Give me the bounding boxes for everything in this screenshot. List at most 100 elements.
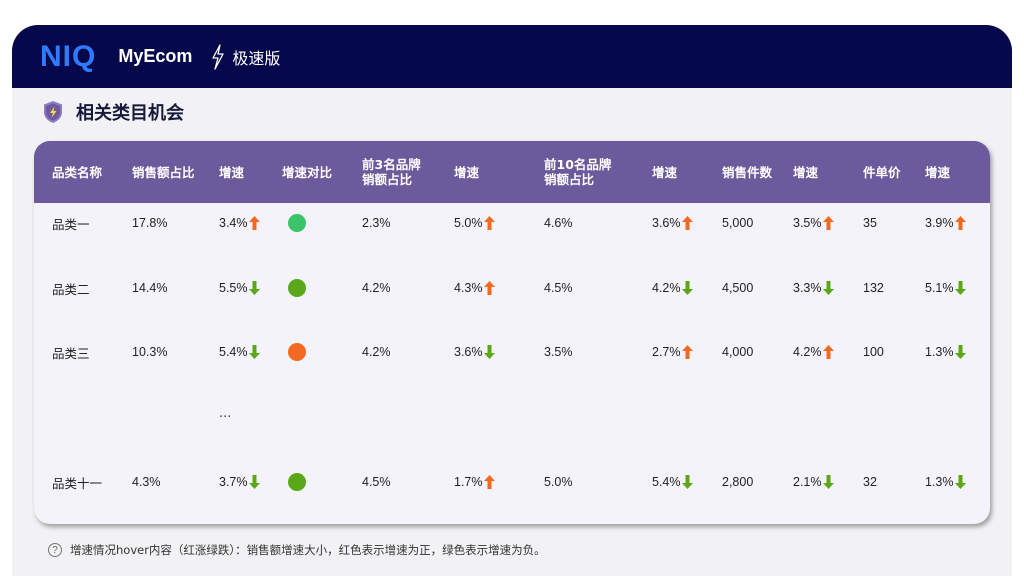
column-header: 增速 xyxy=(793,164,819,180)
cell-value: 1.7% xyxy=(454,475,483,489)
table-cell: 3.5% xyxy=(544,337,573,367)
cell-value: 2.7% xyxy=(652,345,681,359)
growth-compare-cell xyxy=(288,337,306,367)
column-header: 前3名品牌 销额占比 xyxy=(362,157,421,187)
growth-cell[interactable]: 2.7% xyxy=(652,337,693,367)
growth-cell[interactable]: 3.9% xyxy=(925,208,966,238)
cell-value: 4.3% xyxy=(454,281,483,295)
top-bar: NIQ MyEcom 极速版 xyxy=(12,25,1012,88)
cell-value: 品类三 xyxy=(52,345,90,361)
cell-value: 1.3% xyxy=(925,475,954,489)
column-header: 件单价 xyxy=(863,164,901,180)
arrow-up-icon xyxy=(483,216,495,230)
table-cell: 4.2% xyxy=(362,337,391,367)
cell-value: 4.6% xyxy=(544,216,573,230)
growth-cell[interactable]: 5.0% xyxy=(454,208,495,238)
table-cell: 4.2% xyxy=(362,273,391,303)
column-header: 前10名品牌 销额占比 xyxy=(544,157,612,187)
column-header: 品类名称 xyxy=(52,164,103,180)
growth-cell[interactable]: 1.3% xyxy=(925,467,966,497)
arrow-up-icon xyxy=(248,216,260,230)
footer-note-text: 增速情况hover内容（红涨绿跌）：销售额增速大小，红色表示增速为正，绿色表示增… xyxy=(70,543,546,557)
cell-value: 3.6% xyxy=(652,216,681,230)
section-header: 相关类目机会 xyxy=(42,99,184,125)
table-cell: 5.0% xyxy=(544,467,573,497)
arrow-down-icon xyxy=(954,281,966,295)
cell-value: 4.5% xyxy=(544,281,573,295)
cell-value: 4.5% xyxy=(362,475,391,489)
growth-cell[interactable]: 2.1% xyxy=(793,467,834,497)
status-dot xyxy=(288,214,306,232)
table-cell: 4,000 xyxy=(722,337,753,367)
status-dot xyxy=(288,473,306,491)
cell-value: 5.5% xyxy=(219,281,248,295)
growth-cell[interactable]: 3.3% xyxy=(793,273,834,303)
cell-value: 4.3% xyxy=(132,475,161,489)
growth-cell[interactable]: 1.3% xyxy=(925,337,966,367)
cell-value: 品类一 xyxy=(52,216,90,232)
cell-value: 2,800 xyxy=(722,475,754,489)
growth-compare-cell xyxy=(288,208,306,238)
cell-value: 4.2% xyxy=(362,345,391,359)
arrow-down-icon xyxy=(483,345,495,359)
growth-cell[interactable]: 5.4% xyxy=(219,337,260,367)
table-row[interactable]: 品类二 14.4% 5.5% 4.2% 4.3% 4.5% 4.2% 4,500 3.3% 132… xyxy=(34,273,990,303)
growth-cell[interactable]: 5.4% xyxy=(652,467,693,497)
table-cell: 品类一 xyxy=(52,208,90,238)
footer-note: ? 增速情况hover内容（红涨绿跌）：销售额增速大小，红色表示增速为正，绿色表… xyxy=(48,542,546,558)
growth-cell[interactable]: 3.7% xyxy=(219,467,260,497)
table-cell: 2,800 xyxy=(722,467,753,497)
arrow-up-icon xyxy=(681,216,693,230)
arrow-down-icon xyxy=(248,345,260,359)
growth-cell[interactable]: 4.2% xyxy=(793,337,834,367)
cell-value: 35 xyxy=(863,216,877,230)
table-cell: 32 xyxy=(863,467,877,497)
growth-cell[interactable]: 5.1% xyxy=(925,273,966,303)
table-header: 品类名称 销售额占比 增速 增速对比 前3名品牌 销额占比 增速 前10名品牌 销额占比 增速… xyxy=(34,141,990,203)
arrow-down-icon xyxy=(681,475,693,489)
cell-value: 4,500 xyxy=(722,281,754,295)
cell-value: 3.9% xyxy=(925,216,954,230)
growth-cell[interactable]: 5.5% xyxy=(219,273,260,303)
cell-value: 3.5% xyxy=(544,345,573,359)
table-cell: 品类十一 xyxy=(52,467,102,497)
table-cell: 4.6% xyxy=(544,208,573,238)
table-row[interactable]: 品类一 17.8% 3.4% 2.3% 5.0% 4.6% 3.6% 5,000 3.5% 35 3… xyxy=(34,208,990,238)
growth-cell[interactable]: 1.7% xyxy=(454,467,495,497)
cell-value: 3.5% xyxy=(793,216,822,230)
growth-cell[interactable]: 3.6% xyxy=(652,208,693,238)
cell-value: 4,000 xyxy=(722,345,754,359)
table-cell: 5,000 xyxy=(722,208,753,238)
arrow-down-icon xyxy=(822,281,834,295)
cell-value: 2.1% xyxy=(793,475,822,489)
status-dot xyxy=(288,279,306,297)
column-header: 增速对比 xyxy=(282,164,333,180)
table-cell: 4.3% xyxy=(132,467,161,497)
arrow-down-icon xyxy=(954,475,966,489)
growth-cell[interactable]: 3.5% xyxy=(793,208,834,238)
growth-cell[interactable]: 3.6% xyxy=(454,337,495,367)
arrow-up-icon xyxy=(822,345,834,359)
status-dot xyxy=(288,343,306,361)
app-name: MyEcom xyxy=(118,46,193,66)
column-header: 增速 xyxy=(454,164,480,180)
growth-compare-cell xyxy=(288,273,306,303)
arrow-up-icon xyxy=(483,475,495,489)
growth-cell[interactable]: 4.3% xyxy=(454,273,495,303)
cell-value: 3.3% xyxy=(793,281,822,295)
question-icon[interactable]: ? xyxy=(48,543,62,557)
table-cell: 4,500 xyxy=(722,273,753,303)
table-row[interactable]: 品类十一 4.3% 3.7% 4.5% 1.7% 5.0% 5.4% 2,800 2.1% 32 1… xyxy=(34,467,990,497)
arrow-down-icon xyxy=(681,281,693,295)
growth-compare-cell xyxy=(288,467,306,497)
table-cell: 4.5% xyxy=(544,273,573,303)
arrow-up-icon xyxy=(681,345,693,359)
growth-cell[interactable]: 4.2% xyxy=(652,273,693,303)
table-cell: 17.8% xyxy=(132,208,167,238)
cell-value: 4.2% xyxy=(793,345,822,359)
cell-value: 品类十一 xyxy=(52,475,103,491)
shield-icon xyxy=(44,101,62,123)
growth-cell[interactable]: 3.4% xyxy=(219,208,260,238)
niq-logo[interactable]: NIQ xyxy=(40,40,96,74)
table-row[interactable]: 品类三 10.3% 5.4% 4.2% 3.6% 3.5% 2.7% 4,000 4.2% 100… xyxy=(34,337,990,367)
